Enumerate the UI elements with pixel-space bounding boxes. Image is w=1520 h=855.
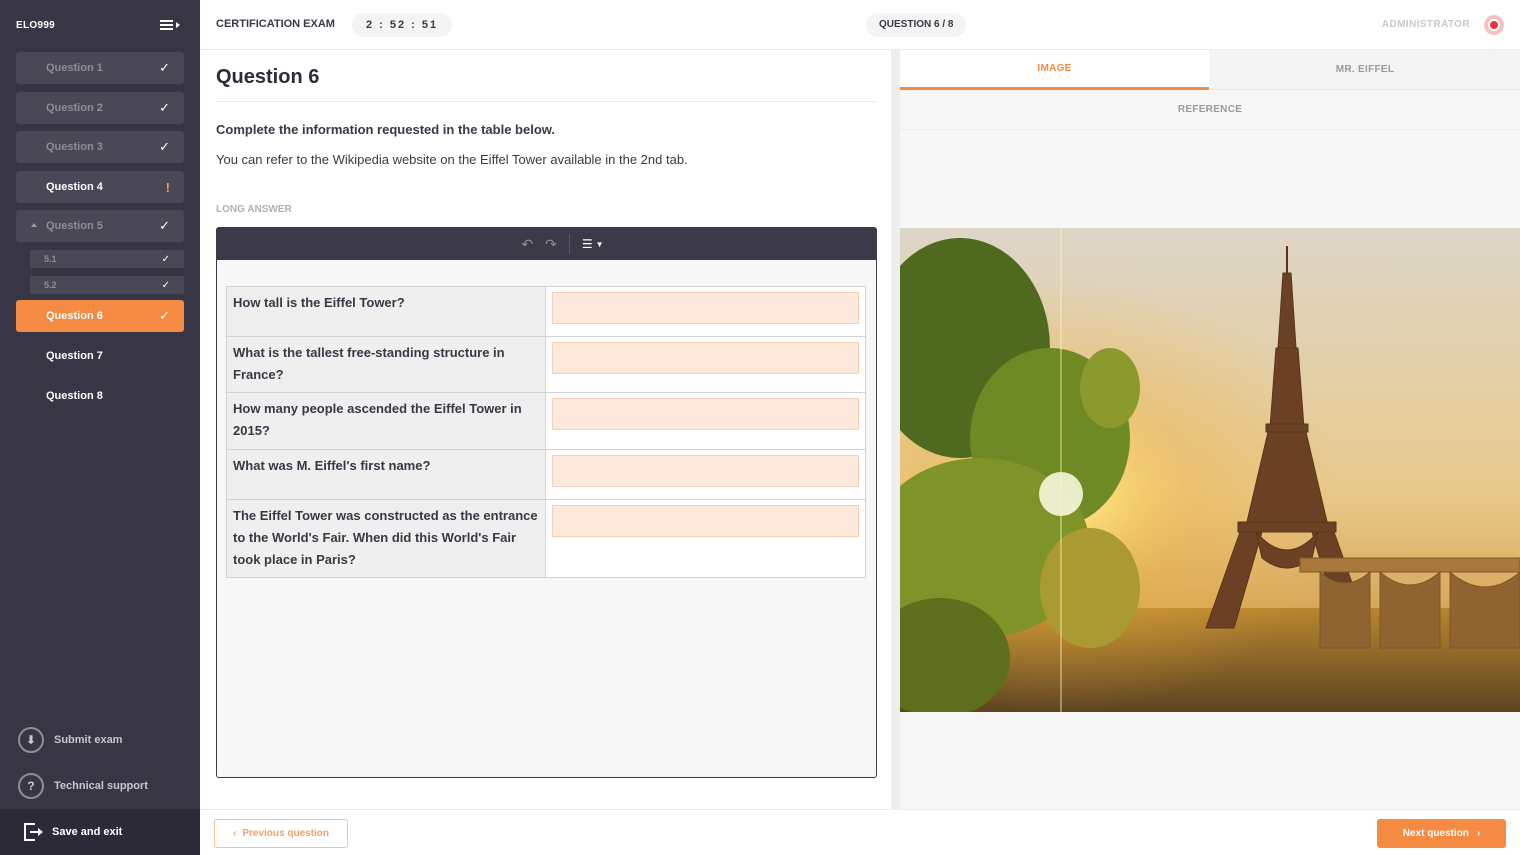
sidebar-item-question-1[interactable]: Question 1 ✓	[16, 52, 184, 84]
previous-question-label: Previous question	[242, 828, 330, 839]
next-question-label: Next question	[1402, 828, 1469, 839]
table-row: The Eiffel Tower was constructed as the …	[226, 499, 866, 578]
next-question-button[interactable]: Next question ›	[1377, 819, 1506, 848]
sidebar-item-question-5[interactable]: Question 5 ✓	[16, 210, 184, 242]
subquestion-label: 5.1	[44, 254, 57, 264]
check-icon: ✓	[159, 139, 170, 154]
question-mark-icon: ?	[18, 773, 44, 799]
question-label: Question 7	[46, 350, 103, 362]
chevron-left-icon: ‹	[232, 828, 237, 839]
save-and-exit-label: Save and exit	[52, 826, 123, 838]
answer-field[interactable]	[552, 505, 859, 537]
answer-cell	[545, 449, 866, 500]
table-row: How tall is the Eiffel Tower?	[226, 286, 866, 337]
question-cell: What was M. Eiffel's first name?	[226, 449, 546, 500]
submit-exam-label: Submit exam	[54, 734, 123, 746]
question-counter: QUESTION 6 / 8	[866, 13, 967, 37]
previous-question-button[interactable]: ‹ Previous question	[214, 819, 348, 848]
check-icon: ✓	[159, 100, 170, 115]
answer-field[interactable]	[552, 292, 859, 324]
answer-cell	[545, 392, 866, 450]
answer-cell	[545, 336, 866, 393]
question-table: How tall is the Eiffel Tower? What is th…	[226, 286, 866, 578]
toolbar-separator	[568, 234, 570, 254]
answer-cell	[545, 499, 866, 578]
chevron-right-icon: ›	[1476, 828, 1481, 839]
question-label: Question 5	[46, 220, 103, 232]
warning-icon: !	[165, 179, 170, 195]
question-title: Question 6	[216, 66, 320, 88]
sidebar-subitem-5-2[interactable]: 5.2 ✓	[30, 276, 184, 294]
sidebar-subitem-5-1[interactable]: 5.1 ✓	[30, 250, 184, 268]
menu-toggle-icon[interactable]	[160, 17, 182, 33]
question-cell: How tall is the Eiffel Tower?	[226, 286, 546, 337]
technical-support-button[interactable]: ? Technical support	[18, 773, 148, 799]
question-label: Question 1	[46, 62, 103, 74]
undo-icon[interactable]: ↶	[521, 236, 533, 253]
table-row: How many people ascended the Eiffel Towe…	[226, 392, 866, 450]
question-label: Question 6	[46, 310, 103, 322]
check-icon: ✓	[159, 308, 170, 323]
exit-icon	[24, 823, 43, 841]
answer-type-label: LONG ANSWER	[216, 204, 292, 215]
sidebar-item-question-4[interactable]: Question 4 !	[16, 171, 184, 203]
sidebar-item-question-3[interactable]: Question 3 ✓	[16, 131, 184, 163]
chevron-down-icon: ▼	[595, 239, 604, 249]
sidebar-item-question-7[interactable]: Question 7	[16, 340, 184, 372]
question-cell: How many people ascended the Eiffel Towe…	[226, 392, 546, 450]
sidebar-item-question-6[interactable]: Question 6 ✓	[16, 300, 184, 332]
editor-toolbar: ↶ ↷ ☰ ▼	[217, 228, 876, 260]
sidebar: ELO999 Question 1 ✓ Question 2 ✓ Questio…	[0, 0, 200, 855]
question-cell: What is the tallest free-standing struct…	[226, 336, 546, 393]
answer-cell	[545, 286, 866, 337]
check-icon: ✓	[159, 218, 170, 233]
answer-field[interactable]	[552, 342, 859, 374]
format-lock-icon: ☰	[581, 237, 593, 251]
check-icon: ✓	[161, 253, 170, 265]
question-label: Question 3	[46, 141, 103, 153]
panel-resize-handle[interactable]	[891, 50, 900, 809]
question-instruction: Complete the information requested in th…	[216, 122, 555, 137]
question-hint: You can refer to the Wikipedia website o…	[216, 152, 688, 167]
tab-reference[interactable]: REFERENCE	[900, 90, 1520, 130]
save-and-exit-button[interactable]: Save and exit	[0, 809, 200, 855]
format-lock-dropdown[interactable]: ☰ ▼	[582, 237, 604, 251]
top-bar: CERTIFICATION EXAM 2 : 52 : 51 QUESTION …	[200, 0, 1520, 50]
submit-exam-button[interactable]: ⬇ Submit exam	[18, 727, 122, 753]
sidebar-item-question-2[interactable]: Question 2 ✓	[16, 92, 184, 124]
bottom-bar: ‹ Previous question Next question ›	[200, 809, 1520, 855]
answer-field[interactable]	[552, 455, 859, 487]
rich-text-editor: ↶ ↷ ☰ ▼ How tall is the Eiffel Tower? Wha…	[216, 227, 877, 778]
question-cell: The Eiffel Tower was constructed as the …	[226, 499, 546, 578]
sidebar-header: ELO999	[0, 0, 200, 50]
tab-mr-eiffel[interactable]: MR. EIFFEL	[1210, 50, 1520, 90]
eiffel-tower-photo	[900, 228, 1520, 712]
resources-panel: IMAGE MR. EIFFEL REFERENCE	[900, 50, 1520, 809]
exam-title: CERTIFICATION EXAM	[216, 18, 335, 30]
exam-timer: 2 : 52 : 51	[352, 13, 453, 37]
sidebar-item-question-8[interactable]: Question 8	[16, 380, 184, 412]
question-label: Question 8	[46, 390, 103, 402]
download-arrow-icon: ⬇	[18, 727, 44, 753]
tab-image[interactable]: IMAGE	[900, 50, 1209, 90]
divider	[216, 101, 876, 102]
question-label: Question 4	[46, 181, 103, 193]
exam-code: ELO999	[16, 19, 56, 31]
table-row: What was M. Eiffel's first name?	[226, 449, 866, 500]
redo-icon[interactable]: ↷	[545, 236, 557, 253]
user-name[interactable]: ADMINISTRATOR	[1382, 19, 1470, 30]
table-row: What is the tallest free-standing struct…	[226, 336, 866, 393]
answer-field[interactable]	[552, 398, 859, 430]
question-label: Question 2	[46, 102, 103, 114]
collapse-caret-icon	[31, 223, 37, 227]
subquestion-label: 5.2	[44, 280, 57, 290]
record-icon[interactable]	[1484, 15, 1504, 35]
check-icon: ✓	[159, 60, 170, 75]
technical-support-label: Technical support	[54, 780, 148, 792]
check-icon: ✓	[161, 279, 170, 291]
